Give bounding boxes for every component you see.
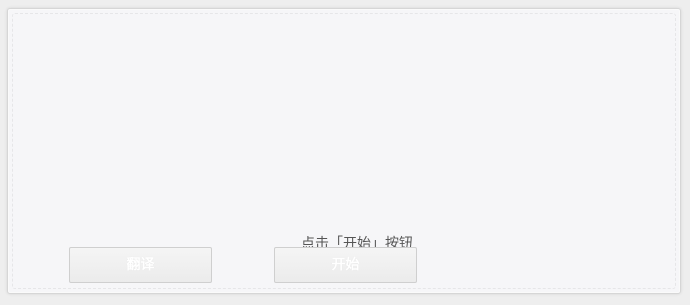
- start-button[interactable]: 开始: [274, 247, 417, 283]
- translate-button[interactable]: 翻译: [69, 247, 212, 283]
- main-panel: 点击「开始」按钮 翻译 开始: [7, 8, 681, 294]
